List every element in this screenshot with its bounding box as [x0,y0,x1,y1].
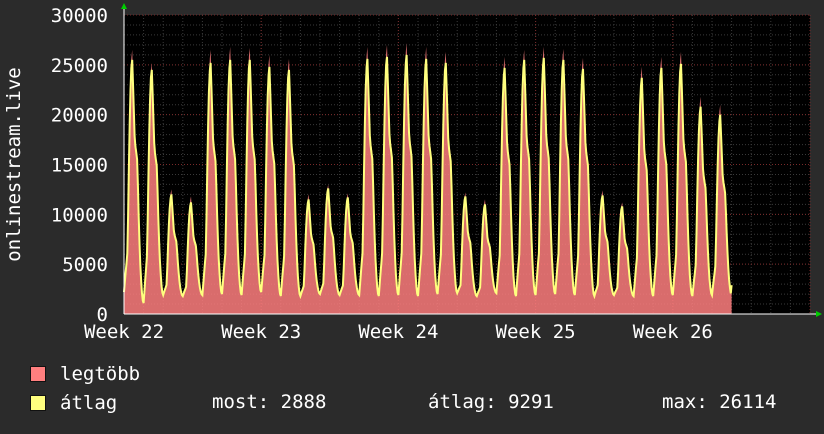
x-tick-label: Week 22 [84,321,164,343]
legend-swatch-avg [30,395,46,411]
legend-swatch-max [30,366,46,382]
x-tick-label: Week 23 [221,321,301,343]
y-tick-label: 10000 [51,204,108,226]
stat-max: max: 26114 [662,391,777,413]
legend-item-avg: átlag [30,391,117,415]
legend-item-max: legtöbb [30,362,140,386]
legend-label-max: legtöbb [60,363,141,385]
x-tick-label: Week 25 [496,321,576,343]
stat-average: átlag: 9291 [428,391,554,413]
y-tick-label: 20000 [51,105,108,127]
legend-label-avg: átlag [60,392,118,414]
stat-now: most: 2888 [212,391,327,413]
y-tick-label: 5000 [62,254,108,276]
x-axis-arrow [816,311,822,317]
y-axis-arrow [121,3,127,9]
x-tick-label: Week 24 [358,321,438,343]
y-tick-label: 25000 [51,55,108,77]
y-tick-label: 30000 [51,5,108,27]
x-tick-label: Week 26 [633,321,713,343]
y-axis-label: onlinestream.live [3,67,25,261]
y-tick-label: 15000 [51,155,108,177]
